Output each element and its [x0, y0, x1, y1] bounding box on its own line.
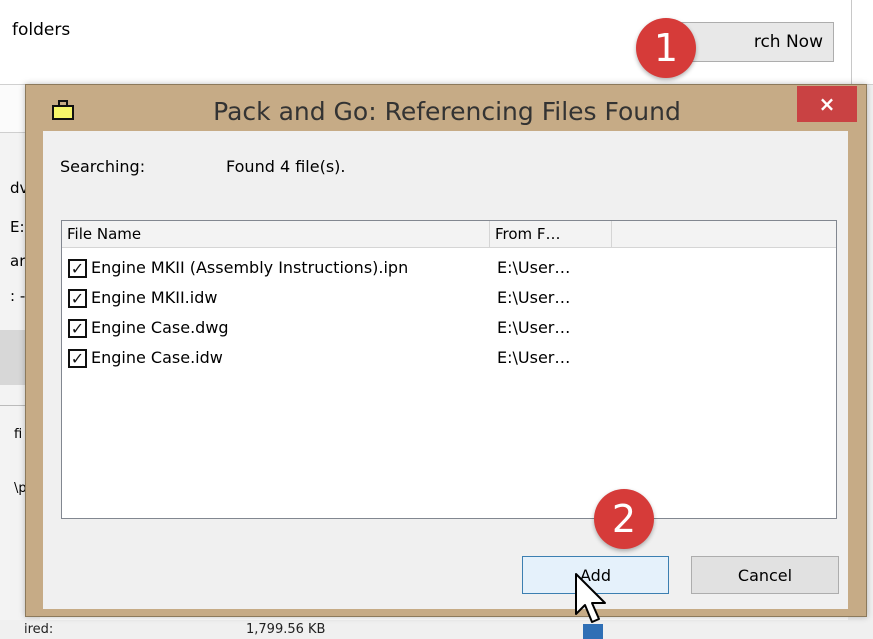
close-icon: ×	[818, 92, 836, 116]
dialog-client-area: Searching: Found 4 file(s). File Name Fr…	[43, 131, 848, 609]
file-checkbox[interactable]: ✓	[68, 259, 87, 278]
file-row[interactable]: ✓ Engine MKII.idw E:\User…	[68, 284, 828, 314]
file-from-folder: E:\User…	[497, 348, 571, 367]
file-checkbox[interactable]: ✓	[68, 289, 87, 308]
searching-label: Searching:	[60, 157, 146, 176]
parent-folders-label: folders	[12, 20, 71, 40]
file-name: Engine Case.idw	[91, 348, 223, 367]
pack-and-go-dialog: Pack and Go: Referencing Files Found × S…	[25, 84, 867, 617]
column-header-file-name[interactable]: File Name	[62, 221, 490, 247]
file-name: Engine MKII.idw	[91, 288, 218, 307]
file-checkbox[interactable]: ✓	[68, 319, 87, 338]
column-header-from-folder[interactable]: From F…	[490, 221, 612, 247]
parent-bottom-label: ired:	[24, 622, 54, 637]
file-from-folder: E:\User…	[497, 318, 571, 337]
step-marker-1: 1	[636, 18, 696, 78]
file-name: Engine MKII (Assembly Instructions).ipn	[91, 258, 409, 277]
parent-divider	[851, 0, 852, 84]
cancel-button[interactable]: Cancel	[691, 556, 839, 594]
file-row[interactable]: ✓ Engine MKII (Assembly Instructions).ip…	[68, 254, 828, 284]
mouse-pointer-icon	[575, 573, 606, 623]
file-checkbox[interactable]: ✓	[68, 349, 87, 368]
file-name: Engine Case.dwg	[91, 318, 229, 337]
dialog-title: Pack and Go: Referencing Files Found	[213, 97, 681, 126]
file-from-folder: E:\User…	[497, 288, 571, 307]
searching-status: Found 4 file(s).	[226, 157, 346, 176]
file-list[interactable]: File Name From F… ✓ Engine MKII (Assembl…	[61, 220, 837, 519]
step-marker-2: 2	[594, 489, 654, 549]
file-list-header: File Name From F…	[62, 221, 836, 248]
file-from-folder: E:\User…	[497, 258, 571, 277]
parent-bottom-value: 1,799.56 KB	[246, 622, 326, 637]
close-button[interactable]: ×	[797, 86, 857, 122]
file-row[interactable]: ✓ Engine Case.idw E:\User…	[68, 344, 828, 374]
file-row[interactable]: ✓ Engine Case.dwg E:\User…	[68, 314, 828, 344]
parent-bottom-strip	[0, 620, 873, 639]
